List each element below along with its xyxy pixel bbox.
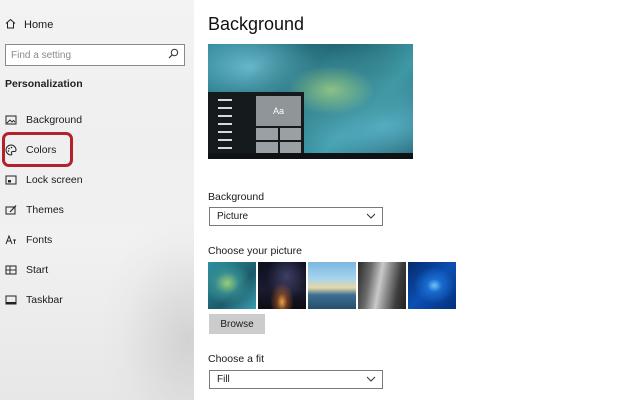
home-label: Home <box>24 19 54 31</box>
sidebar-item-label: Fonts <box>26 234 53 246</box>
background-type-dropdown[interactable]: Picture <box>209 207 383 226</box>
sidebar-item-fonts[interactable]: Fonts <box>5 230 185 250</box>
sidebar-item-label: Themes <box>26 204 64 216</box>
sidebar-item-label: Lock screen <box>26 174 83 186</box>
sidebar-item-label: Background <box>26 114 83 126</box>
picture-thumbnail-4[interactable] <box>358 262 406 309</box>
home-nav-item[interactable]: Home <box>5 16 53 34</box>
picture-thumbnails <box>208 262 456 309</box>
sidebar-item-lock-screen[interactable]: Lock screen <box>5 170 185 190</box>
chevron-down-icon <box>366 211 376 222</box>
fit-dropdown[interactable]: Fill <box>209 370 383 389</box>
sidebar-item-start[interactable]: Start <box>5 260 185 280</box>
search-input[interactable] <box>11 49 161 61</box>
section-title: Personalization <box>5 78 83 90</box>
preview-tile-text: Aa <box>256 96 301 126</box>
brush-icon <box>5 204 17 216</box>
start-icon <box>5 264 17 276</box>
preview-taskbar <box>208 153 413 159</box>
background-type-label: Background <box>208 191 265 203</box>
picture-thumbnail-1[interactable] <box>208 262 256 309</box>
settings-search-box[interactable] <box>5 44 185 66</box>
settings-sidebar: Home Personalization Background Colors L… <box>0 0 194 400</box>
chevron-down-icon <box>366 374 376 385</box>
picture-thumbnail-3[interactable] <box>308 262 356 309</box>
dropdown-value: Picture <box>217 211 249 222</box>
choose-picture-label: Choose your picture <box>208 245 302 257</box>
sidebar-item-label: Start <box>26 264 49 276</box>
picture-thumbnail-2[interactable] <box>258 262 306 309</box>
image-icon <box>5 114 17 126</box>
picture-thumbnail-5[interactable] <box>408 262 456 309</box>
preview-tiles: Aa <box>256 96 301 154</box>
background-preview: Aa <box>208 44 413 159</box>
sidebar-item-background[interactable]: Background <box>5 110 185 130</box>
sidebar-item-taskbar[interactable]: Taskbar <box>5 290 185 310</box>
browse-button[interactable]: Browse <box>209 314 265 334</box>
choose-fit-label: Choose a fit <box>208 353 265 365</box>
page-title: Background <box>208 14 305 34</box>
font-icon <box>5 234 17 246</box>
lock-screen-icon <box>5 174 17 186</box>
search-icon[interactable] <box>168 46 179 64</box>
taskbar-icon <box>5 294 17 306</box>
sidebar-item-themes[interactable]: Themes <box>5 200 185 220</box>
home-icon <box>5 18 16 32</box>
colors-highlight-annotation <box>2 132 73 167</box>
preview-menu-lines <box>218 99 232 155</box>
dropdown-value: Fill <box>217 374 230 385</box>
sidebar-item-label: Taskbar <box>26 294 63 306</box>
